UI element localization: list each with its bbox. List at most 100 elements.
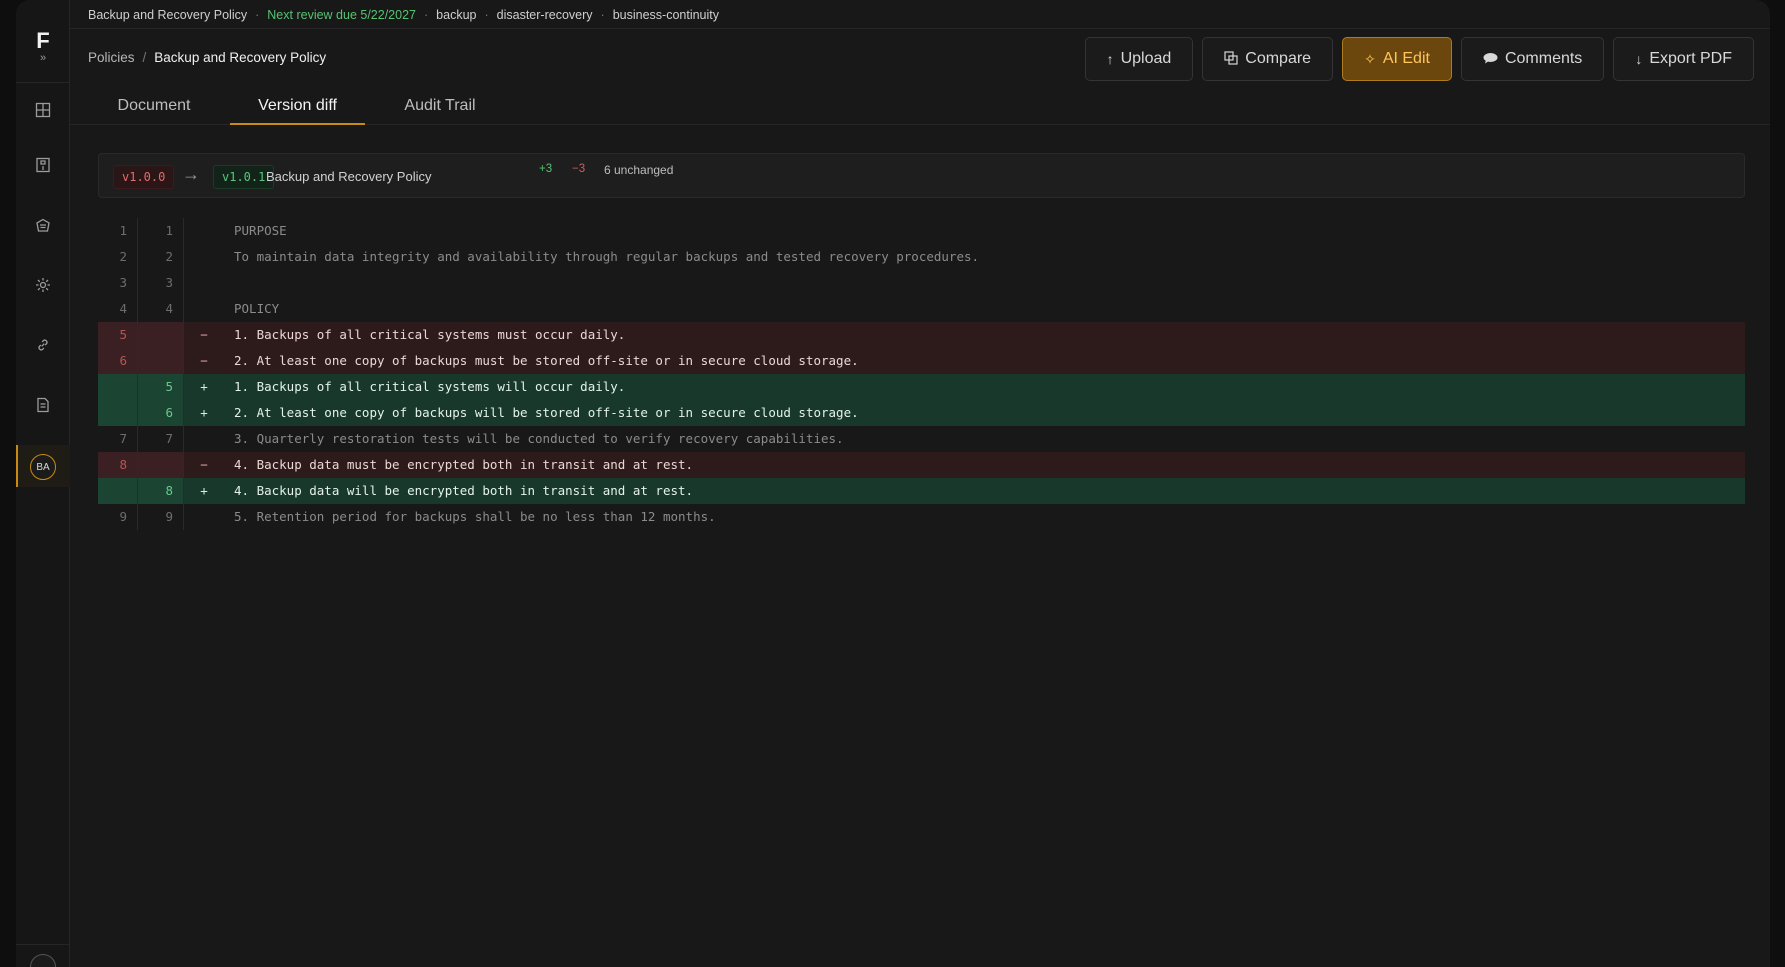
ai-edit-button[interactable]: ✧ AI Edit [1342,37,1452,81]
gear-icon[interactable] [31,273,55,297]
diff-line-added: 8 +4. Backup data will be encrypted both … [98,478,1745,504]
new-line-number [138,452,184,478]
sidebar: F » BA [16,0,70,967]
diff-line: 33 [98,270,1745,296]
diff-line-removed: 8 − 4. Backup data must be encrypted both … [98,452,1745,478]
diff-document-title: Backup and Recovery Policy [266,169,432,184]
old-line-number: 9 [98,504,138,530]
new-line-number: 9 [138,504,184,530]
diff-view: 1 1 PURPOSE 2 2 To maintain data integrity an… [98,218,1745,530]
old-line-number: 1 [98,218,138,244]
new-line-number [138,322,184,348]
diff-line: 9 9 5. Retention period for backups shall … [98,504,1745,530]
diff-marker [184,270,224,296]
tag[interactable]: business-continuity [613,8,719,22]
diff-line-text: 5. Retention period for backups shall be… [234,509,716,524]
diff-line-text: 2. At least one copy of backups will be … [234,405,859,420]
diff-marker: − [200,457,208,472]
tab-audit-trail[interactable]: Audit Trail [380,88,500,124]
new-line-number: 5 [138,374,184,400]
diff-line-text: 1. Backups of all critical systems will … [234,379,626,394]
removed-count: −3 [572,163,586,175]
link-icon[interactable] [31,333,55,357]
app-window: F » BA Backup and Recovery Policy · Next… [16,0,1770,967]
diff-line-text: 3. Quarterly restoration tests will be c… [234,431,844,446]
user-menu-avatar[interactable] [30,954,56,967]
diff-line: 7 7 3. Quarterly restoration tests will be… [98,426,1745,452]
sidebar-divider [16,82,70,83]
badge-icon[interactable] [31,214,55,238]
from-version-badge[interactable]: v1.0.0 [113,165,175,189]
new-line-number: 8 [138,478,184,504]
sparkle-icon: ✧ [1364,50,1376,67]
diff-line-text: 4. Backup data must be encrypted both in… [234,457,694,472]
old-line-number [98,400,138,426]
diff-marker: + [200,483,208,498]
diff-line-text: POLICY [234,301,280,316]
new-line-number: 7 [138,426,184,452]
export-pdf-button[interactable]: ↓ Export PDF [1613,37,1754,81]
tab-bar: Document Version diff Audit Trail [70,88,1770,125]
tab-version-diff[interactable]: Version diff [230,88,365,125]
diff-line-text: To maintain data integrity and availabil… [234,249,980,264]
review-due: Next review due 5/22/2027 [267,8,416,22]
breadcrumb: Policies / Backup and Recovery Policy [88,50,327,65]
unchanged-count: 6 unchanged [604,163,674,177]
compare-icon [1224,50,1238,68]
avatar[interactable]: BA [30,454,56,480]
book-icon[interactable] [31,153,55,177]
comments-button[interactable]: Comments [1460,37,1605,81]
old-line-number: 7 [98,426,138,452]
dashboard-icon[interactable] [31,98,55,122]
old-line-number: 2 [98,244,138,270]
diff-line: 2 2 To maintain data integrity and availab… [98,244,1745,270]
page-title: Backup and Recovery Policy [154,50,327,65]
new-line-number: 1 [138,218,184,244]
tag[interactable]: disaster-recovery [497,8,593,22]
diff-line: 4 4 POLICY [98,296,1745,322]
old-line-number: 8 [98,452,138,478]
old-line-number: 4 [98,296,138,322]
compare-button[interactable]: Compare [1202,37,1334,81]
sidebar-bottom-divider [16,944,70,945]
diff-marker [184,296,224,322]
diff-line-text: 1. Backups of all critical systems must … [234,327,626,342]
download-icon: ↓ [1635,51,1643,67]
added-count: +3 [539,163,553,175]
app-logo[interactable]: F [16,30,70,52]
version-compare-bar: v1.0.0 → v1.0.1 Backup and Recovery Poli… [98,153,1745,198]
diff-marker: + [200,405,208,420]
diff-marker [184,426,224,452]
tab-document[interactable]: Document [94,88,214,124]
diff-marker: − [200,327,208,342]
new-line-number: 2 [138,244,184,270]
meta-doc-title: Backup and Recovery Policy [88,8,248,22]
diff-marker: + [200,379,208,394]
new-line-number: 3 [138,270,184,296]
diff-line-removed: 6 − 2. At least one copy of backups must b… [98,348,1745,374]
expand-sidebar-icon[interactable]: » [16,53,70,64]
diff-line-text: 4. Backup data will be encrypted both in… [234,483,694,498]
toolbar: ↑ Upload Compare ✧ AI Edit Comments ↓ Ex… [1084,37,1754,81]
old-line-number [98,478,138,504]
new-line-number: 4 [138,296,184,322]
new-line-number: 6 [138,400,184,426]
diff-marker [184,244,224,270]
upload-button[interactable]: ↑ Upload [1084,37,1194,81]
document-meta: Backup and Recovery Policy · Next review… [88,8,720,22]
comment-icon [1483,51,1498,67]
old-line-number: 5 [98,322,138,348]
upload-icon: ↑ [1106,51,1114,67]
old-line-number: 6 [98,348,138,374]
breadcrumb-policies[interactable]: Policies [88,50,135,65]
diff-marker [184,504,224,530]
diff-line-text: 2. At least one copy of backups must be … [234,353,859,368]
tag[interactable]: backup [436,8,476,22]
old-line-number: 3 [98,270,138,296]
arrow-right-icon: → [182,164,200,184]
diff-line: 1 1 PURPOSE [98,218,1745,244]
document-icon[interactable] [31,393,55,417]
diff-line-added: 6 +2. At least one copy of backups will b… [98,400,1745,426]
diff-marker [184,218,224,244]
diff-line-text: PURPOSE [234,223,287,238]
